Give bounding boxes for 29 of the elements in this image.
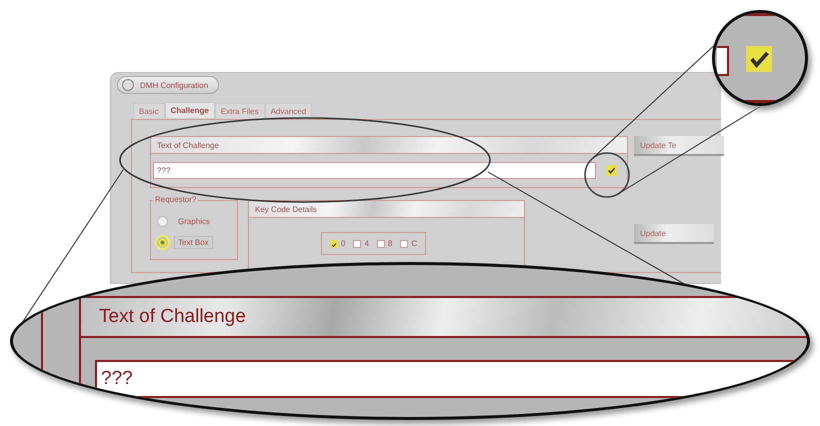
key-label: 4 — [364, 239, 369, 248]
key-label: 8 — [388, 239, 392, 248]
field-edge — [717, 46, 729, 76]
radio-label: Graphics — [177, 216, 212, 228]
key-label: C — [411, 239, 418, 248]
tab[interactable]: Basic — [133, 103, 165, 119]
tab[interactable]: Challenge — [164, 102, 215, 118]
group-title: Requestor? — [153, 195, 198, 204]
group-title: Text of Challenge — [81, 296, 807, 338]
checkbox[interactable] — [746, 46, 772, 72]
group-title: Key Code Details — [249, 201, 524, 218]
checkbox[interactable] — [400, 240, 408, 248]
tab[interactable]: Extra Files — [214, 103, 265, 119]
radio-button[interactable] — [157, 216, 168, 227]
group-title: Text of Challenge — [151, 137, 627, 154]
checkbox[interactable] — [353, 240, 362, 248]
checkbox[interactable] — [330, 240, 338, 248]
checkbox[interactable] — [606, 165, 617, 176]
window-title: DMH Configuration — [117, 76, 220, 94]
tab[interactable]: Advanced — [264, 103, 312, 119]
key-label: 0 — [341, 239, 346, 248]
radio-button[interactable] — [157, 237, 168, 248]
checkbox[interactable] — [376, 240, 385, 248]
app-icon — [122, 79, 134, 91]
challenge-text-field[interactable]: ??? — [153, 162, 596, 179]
lens-outline — [584, 152, 630, 198]
radio-label: Text Box — [174, 236, 213, 249]
update-button[interactable]: Update — [634, 224, 714, 244]
update-text-button[interactable]: Update Te — [634, 136, 724, 156]
